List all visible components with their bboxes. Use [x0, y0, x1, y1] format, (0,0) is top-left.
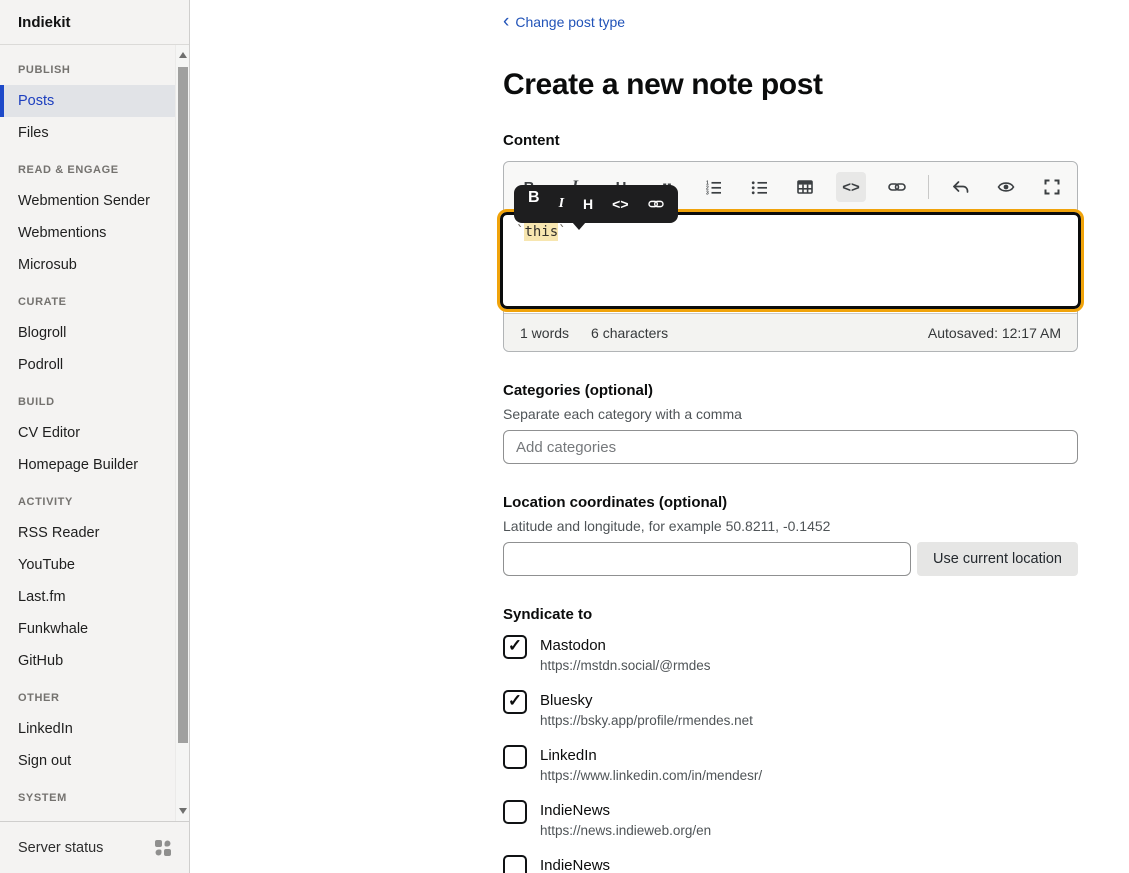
server-status-icon [155, 840, 171, 856]
indienews-2-checkbox[interactable] [503, 855, 527, 873]
autosave-status: Autosaved: 12:17 AM [928, 325, 1061, 341]
character-count: 6 characters [591, 325, 668, 341]
sidebar-item-linkedin[interactable]: LinkedIn [0, 713, 175, 745]
server-status-label: Server status [18, 840, 103, 856]
table-button[interactable] [790, 172, 820, 202]
sidebar-item-blogroll[interactable]: Blogroll [0, 317, 175, 349]
section-label-other: OTHER [0, 683, 175, 713]
fullscreen-icon [1044, 179, 1060, 195]
syndication-target-name: LinkedIn [540, 747, 762, 764]
section-label-activity: ACTIVITY [0, 487, 175, 517]
syndication-target-url: https://www.linkedin.com/in/mendesr/ [540, 768, 762, 783]
section-label-curate: CURATE [0, 287, 175, 317]
sidebar-scrollbar[interactable] [175, 45, 189, 821]
main-content: Change post type Create a new note post … [190, 0, 1129, 873]
syndicate-to-label: Syndicate to [503, 606, 1078, 623]
syndication-target-name: Bluesky [540, 692, 753, 709]
floating-italic-button[interactable]: I [559, 196, 564, 212]
sidebar-item-sign-out[interactable]: Sign out [0, 745, 175, 777]
unordered-list-button[interactable] [744, 172, 774, 202]
content-label: Content [503, 132, 1078, 149]
categories-label: Categories (optional) [503, 382, 1078, 399]
sidebar-item-microsub[interactable]: Microsub [0, 249, 175, 281]
app-title: Indiekit [0, 0, 189, 45]
sidebar-item-files[interactable]: Files [0, 117, 175, 149]
floating-bold-button[interactable]: B [528, 189, 540, 207]
syndication-row-linkedin: LinkedIn https://www.linkedin.com/in/men… [503, 745, 1078, 783]
syndication-row-bluesky: Bluesky https://bsky.app/profile/rmendes… [503, 690, 1078, 728]
section-label-system: SYSTEM [0, 783, 175, 813]
mastodon-checkbox[interactable] [503, 635, 527, 659]
sidebar-item-webmention-sender[interactable]: Webmention Sender [0, 185, 175, 217]
sidebar-nav: PUBLISH Posts Files READ & ENGAGE Webmen… [0, 45, 189, 821]
sidebar-item-posts[interactable]: Posts [0, 85, 175, 117]
content-textarea[interactable]: `this` [500, 212, 1081, 309]
syndication-target-name: Mastodon [540, 637, 711, 654]
preview-button[interactable] [991, 172, 1021, 202]
code-backtick: ` [558, 224, 566, 240]
page-title: Create a new note post [503, 68, 1078, 102]
sidebar-item-homepage-builder[interactable]: Homepage Builder [0, 449, 175, 481]
categories-input[interactable] [503, 430, 1078, 464]
undo-button[interactable] [945, 172, 975, 202]
scroll-down-arrow-icon[interactable] [176, 803, 190, 819]
scroll-up-arrow-icon[interactable] [176, 47, 190, 63]
syndication-row-indienews-2: IndieNews [503, 855, 1078, 873]
ordered-list-button[interactable]: 1 2 3 [698, 172, 728, 202]
eye-icon [997, 180, 1015, 194]
server-status-link[interactable]: Server status [0, 821, 189, 873]
location-label: Location coordinates (optional) [503, 494, 1078, 511]
syndication-target-url: https://mstdn.social/@rmdes [540, 658, 711, 673]
section-label-read-engage: READ & ENGAGE [0, 155, 175, 185]
svg-text:3: 3 [706, 191, 709, 195]
back-link-label: Change post type [515, 14, 625, 30]
categories-hint: Separate each category with a comma [503, 406, 1078, 422]
sidebar-item-youtube[interactable]: YouTube [0, 549, 175, 581]
scrollbar-thumb[interactable] [178, 67, 188, 743]
floating-code-button[interactable]: <> [612, 196, 628, 212]
syndication-row-mastodon: Mastodon https://mstdn.social/@rmdes [503, 635, 1078, 673]
location-input[interactable] [503, 542, 911, 576]
markdown-editor: B I H ” 1 2 3 [503, 161, 1078, 352]
sidebar-item-cv-editor[interactable]: CV Editor [0, 417, 175, 449]
editor-status-bar: 1 words 6 characters Autosaved: 12:17 AM [504, 313, 1077, 351]
change-post-type-link[interactable]: Change post type [503, 14, 625, 30]
code-button[interactable]: <> [836, 172, 866, 202]
floating-link-button[interactable] [648, 197, 664, 211]
use-current-location-button[interactable]: Use current location [917, 542, 1078, 576]
sidebar-item-podroll[interactable]: Podroll [0, 349, 175, 381]
syndication-target-url: https://news.indieweb.org/en [540, 823, 711, 838]
syndication-row-indienews: IndieNews https://news.indieweb.org/en [503, 800, 1078, 838]
section-label-publish: PUBLISH [0, 55, 175, 85]
word-count: 1 words [520, 325, 569, 341]
sidebar-item-webmentions[interactable]: Webmentions [0, 217, 175, 249]
link-icon [648, 197, 664, 211]
toolbar-divider [928, 175, 929, 199]
table-icon [797, 179, 813, 195]
syndication-target-url: https://bsky.app/profile/rmendes.net [540, 713, 753, 728]
syndication-target-name: IndieNews [540, 857, 610, 873]
fullscreen-button[interactable] [1037, 172, 1067, 202]
floating-heading-button[interactable]: H [583, 196, 593, 212]
back-chevron-icon [503, 14, 509, 30]
ordered-list-icon: 1 2 3 [705, 179, 722, 195]
sidebar-item-github[interactable]: GitHub [0, 645, 175, 677]
link-button[interactable] [882, 172, 912, 202]
bluesky-checkbox[interactable] [503, 690, 527, 714]
floating-format-toolbar: B I H <> [514, 185, 678, 223]
linkedin-checkbox[interactable] [503, 745, 527, 769]
sidebar: Indiekit PUBLISH Posts Files READ & ENGA… [0, 0, 190, 873]
location-hint: Latitude and longitude, for example 50.8… [503, 518, 1078, 534]
link-icon [888, 179, 906, 195]
sidebar-item-rss-reader[interactable]: RSS Reader [0, 517, 175, 549]
sidebar-item-lastfm[interactable]: Last.fm [0, 581, 175, 613]
unordered-list-icon [751, 179, 768, 195]
sidebar-item-funkwhale[interactable]: Funkwhale [0, 613, 175, 645]
syndication-target-name: IndieNews [540, 802, 711, 819]
indienews-checkbox[interactable] [503, 800, 527, 824]
undo-icon [951, 179, 969, 195]
code-highlighted-text: this [524, 223, 558, 241]
section-label-build: BUILD [0, 387, 175, 417]
